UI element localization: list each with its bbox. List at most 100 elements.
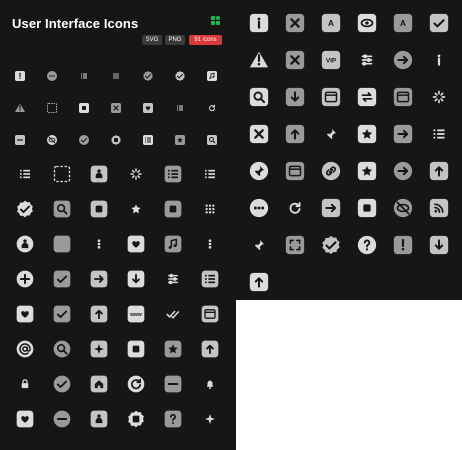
svg-text:www: www [129,312,142,318]
figma-logo-icon [211,16,220,25]
list-search-icon [177,105,183,111]
browser-window-icon [393,87,413,107]
check-circle-dashed-icon [53,375,71,393]
close-box-icon [111,103,121,113]
minimize-window-icon [15,135,25,145]
folder-heart-icon [143,103,153,113]
check-square-icon [53,305,71,323]
check-badge-icon [17,200,33,218]
home-icon [90,375,108,393]
svg-text:A: A [328,19,334,28]
more-vertical-icon [97,239,101,249]
lifebuoy-icon [53,340,71,358]
settings-gear-icon [128,410,144,428]
image-icon [175,135,185,145]
thermometer-icon [15,71,25,81]
save-check-icon [53,270,71,288]
warning-icon [249,51,269,68]
folder-search-icon [53,200,71,218]
download-box-icon [429,235,449,255]
square-icon [53,235,71,253]
stamp-icon [90,410,108,428]
arrow-right-square-icon [393,124,413,144]
help-file-icon [164,410,182,428]
music-note-icon [207,71,217,81]
fullscreen-icon [285,235,305,255]
loading-spinner-icon [130,168,142,180]
upload-tray-icon [249,272,269,292]
translate-icon: A [321,13,341,33]
book-icon [143,135,153,145]
arrow-right-circle-icon [393,50,413,70]
double-check-icon [166,310,180,319]
pin-circle-icon [249,161,269,181]
list-icon [81,73,87,79]
minus-circle-icon [53,410,71,428]
www-icon: www [127,305,145,323]
eye-off-icon [47,135,57,145]
download-box-icon [127,270,145,288]
svg-format-badge: SVG [142,35,162,45]
check-badge-icon [322,235,340,255]
cards-icon [321,87,341,107]
refresh-check-icon [127,375,145,393]
icon-count-badge: 91 icons [189,35,222,45]
refresh-icon [289,202,301,214]
info-book-icon [249,13,269,33]
eye-off-icon [393,198,413,218]
music-note-icon [164,235,182,253]
dashed-selection-icon [47,103,57,113]
diamond-stack-icon [90,340,108,358]
page-title: User Interface Icons [12,16,139,31]
hand-stop-icon [127,235,145,253]
list-icon [205,169,215,179]
language-icon: A [393,13,413,33]
at-sign-icon [16,340,34,358]
sidebar-arrow-icon [321,198,341,218]
check-badge-icon [143,71,153,81]
cloud-folder-icon [16,410,34,428]
svg-text:A: A [400,19,406,28]
browser-settings-icon [285,161,305,181]
dashed-selection-icon [53,165,71,183]
sliders-icon [168,273,178,285]
svg-text:VIP: VIP [326,58,337,65]
loading-dots-icon [432,90,446,104]
user-card-icon [90,165,108,183]
save-edit-icon [357,198,377,218]
eye-icon [357,13,377,33]
image-icon [357,124,377,144]
vip-icon: VIP [321,50,341,70]
plus-circle-icon [16,270,34,288]
upload-window-icon [90,305,108,323]
arrow-up-box-icon [429,161,449,181]
pin-icon [254,239,265,251]
grid-dots-icon [113,73,119,79]
rss-icon [429,198,449,218]
search-box-icon [249,87,269,107]
pin-icon [326,128,337,140]
link-icon [321,161,341,181]
help-circle-icon [357,235,377,255]
png-format-badge: PNG [165,35,185,45]
minimize-icon [164,375,182,393]
sliders-icon [361,54,373,66]
stop-button-icon [90,200,108,218]
settings-gear-icon [111,135,121,145]
info-icon [437,54,441,66]
upload-box-icon [201,340,219,358]
toggle-off-icon [201,305,219,323]
clipboard-list-icon [201,270,219,288]
check-circle-dashed-icon [79,135,89,145]
star-icon [131,204,141,214]
download-box-icon [285,87,305,107]
list-icon [20,169,30,179]
more-horizontal-icon [249,198,269,218]
lock-icon [21,379,29,389]
thermometer-icon [393,235,413,255]
swap-icon [357,87,377,107]
refresh-icon [209,104,215,112]
image-icon [164,340,182,358]
sparkle-icon [205,414,215,424]
warning-icon [15,103,25,112]
